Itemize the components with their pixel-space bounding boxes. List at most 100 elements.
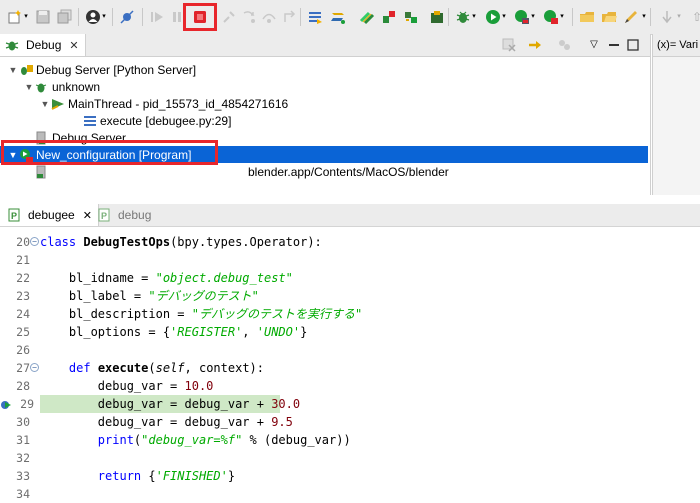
- arrow-right-icon[interactable]: [526, 36, 544, 54]
- code-token: debug_var =: [40, 379, 185, 393]
- step-over-icon[interactable]: [260, 8, 278, 26]
- remove-terminated-icon[interactable]: [500, 36, 518, 54]
- chevron-down-icon[interactable]: ▾: [675, 8, 683, 26]
- line-number: 28: [16, 379, 30, 393]
- tree-item-label: blender.app/Contents/MacOS/blender: [248, 164, 449, 179]
- code-line[interactable]: 34: [0, 485, 700, 503]
- code-token: DebugTestOps: [83, 235, 171, 249]
- code-line[interactable]: 27− def execute(self, context):: [0, 359, 700, 377]
- code-token: (bpy.types.Operator):: [170, 235, 322, 249]
- debug-bug-icon: [4, 38, 20, 52]
- tab-variables[interactable]: (x)= Vari: [657, 39, 698, 51]
- tab-debug[interactable]: Debug ✕: [0, 34, 86, 56]
- chevron-down-icon[interactable]: ▾: [640, 8, 648, 26]
- code-token: "デバッグのテスト": [148, 289, 259, 303]
- code-token: , context):: [184, 361, 265, 375]
- tree-item-label: unknown: [52, 79, 101, 94]
- pen-icon[interactable]: [622, 8, 640, 26]
- tab-debug-label: debug: [118, 208, 152, 222]
- code-line[interactable]: 32: [0, 449, 700, 467]
- open-type-icon[interactable]: [578, 8, 596, 26]
- tab-debugee-label: debugee: [28, 208, 75, 222]
- line-number: 21: [16, 253, 30, 267]
- tab-debugee[interactable]: P debugee ✕: [0, 204, 99, 226]
- chevron-down-icon[interactable]: ▾: [470, 8, 478, 26]
- disconnect-icon[interactable]: [220, 8, 238, 26]
- close-icon[interactable]: ✕: [83, 209, 92, 222]
- tab-debug[interactable]: P debug: [96, 204, 151, 226]
- svg-text:P: P: [101, 211, 107, 221]
- line-number: 24: [16, 307, 30, 321]
- save-all-icon[interactable]: [56, 8, 74, 26]
- code-text: debug_var = 10.0: [40, 377, 700, 395]
- chevron-down-icon[interactable]: ▾: [500, 8, 508, 26]
- expand-arrow-icon[interactable]: ▼: [24, 82, 34, 92]
- line-number: 27: [16, 361, 30, 375]
- code-token: bl_label =: [40, 289, 149, 303]
- code-line[interactable]: 29 debug_var = debug_var + 30.0: [0, 395, 700, 413]
- chevron-down-icon[interactable]: ▾: [100, 8, 108, 26]
- step-into-icon[interactable]: [240, 8, 258, 26]
- code-token: return: [97, 469, 149, 483]
- code-line[interactable]: 21: [0, 251, 700, 269]
- tree-item[interactable]: blender.app/Contents/MacOS/blender: [24, 163, 664, 180]
- code-editor[interactable]: 20− class DebugTestOps(bpy.types.Operator…: [0, 227, 700, 501]
- tree-item[interactable]: ▼ unknown: [24, 78, 101, 95]
- tree-item-label: execute [debugee.py:29]: [100, 113, 232, 128]
- code-token: class: [40, 235, 84, 249]
- expand-arrow-icon[interactable]: ▼: [8, 65, 18, 75]
- line-number: 31: [16, 433, 30, 447]
- python-run-icon[interactable]: [329, 8, 347, 26]
- next-annotation-icon[interactable]: [658, 8, 676, 26]
- tree-item[interactable]: ▼ Debug Server [Python Server]: [8, 61, 197, 78]
- line-number: 20: [16, 235, 30, 249]
- code-token: def: [68, 361, 98, 375]
- code-line[interactable]: 30 debug_var = debug_var + 9.5: [0, 413, 700, 431]
- fold-toggle-icon[interactable]: −: [30, 363, 39, 372]
- code-line[interactable]: 33 return {'FINISHED'}: [0, 467, 700, 485]
- view-menu-icon[interactable]: ▽: [585, 36, 603, 54]
- code-line[interactable]: 20− class DebugTestOps(bpy.types.Operator…: [0, 233, 700, 251]
- maximize-icon[interactable]: [624, 36, 642, 54]
- tree-item[interactable]: ▼ MainThread - pid_15573_id_4854271616: [40, 95, 289, 112]
- close-icon[interactable]: ✕: [69, 39, 78, 52]
- code-line[interactable]: 22 bl_idname = "object.debug_test": [0, 269, 700, 287]
- line-number: 34: [16, 487, 30, 501]
- terminate-highlight: [183, 3, 217, 31]
- pydev-start-icon[interactable]: [402, 8, 420, 26]
- code-line[interactable]: 28 debug_var = 10.0: [0, 377, 700, 395]
- prev-annotation-icon[interactable]: ⇧: [688, 8, 700, 26]
- tree-item[interactable]: execute [debugee.py:29]: [72, 112, 231, 129]
- svg-text:P: P: [11, 211, 17, 221]
- step-return-icon[interactable]: [280, 8, 298, 26]
- chevron-down-icon[interactable]: ▾: [529, 8, 537, 26]
- code-token: ,: [242, 325, 257, 339]
- python-file-icon: P: [6, 208, 22, 222]
- code-line[interactable]: 25 bl_options = {'REGISTER', 'UNDO'}: [0, 323, 700, 341]
- open-folder-icon[interactable]: [600, 8, 618, 26]
- package-icon[interactable]: [428, 8, 446, 26]
- remote-debug-icon[interactable]: [358, 8, 376, 26]
- code-token: 30.0: [271, 397, 301, 411]
- resume-icon[interactable]: [148, 8, 166, 26]
- chevron-down-icon[interactable]: ▾: [558, 8, 566, 26]
- code-token: print: [97, 433, 134, 447]
- use-step-filters-icon[interactable]: [306, 8, 324, 26]
- code-token: 10.0: [184, 379, 214, 393]
- pydev-stop-icon[interactable]: [380, 8, 398, 26]
- save-icon[interactable]: [34, 8, 52, 26]
- fold-toggle-icon[interactable]: −: [30, 237, 39, 246]
- code-line[interactable]: 24 bl_description = "デバッグのテストを実行する": [0, 305, 700, 323]
- code-line[interactable]: 23 bl_label = "デバッグのテスト": [0, 287, 700, 305]
- expand-arrow-icon[interactable]: ▼: [40, 99, 50, 109]
- collapse-all-icon[interactable]: [555, 36, 573, 54]
- skip-breakpoints-icon[interactable]: [118, 8, 136, 26]
- code-line[interactable]: 31 print("debug_var=%f" % (debug_var)): [0, 431, 700, 449]
- line-number: 30: [16, 415, 30, 429]
- code-line[interactable]: 26: [0, 341, 700, 359]
- chevron-down-icon[interactable]: ▾: [22, 8, 30, 26]
- code-text: bl_description = "デバッグのテストを実行する": [40, 305, 700, 323]
- minimize-icon[interactable]: [605, 36, 623, 54]
- code-token: bl_description =: [40, 307, 192, 321]
